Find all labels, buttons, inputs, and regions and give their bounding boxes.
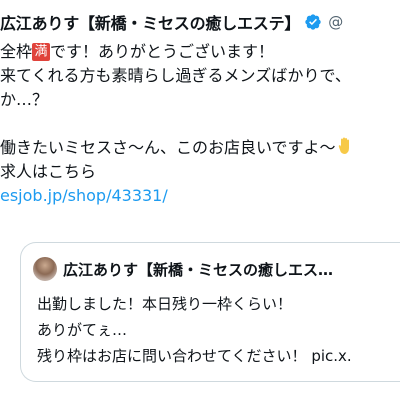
text-segment: 全枠 <box>0 42 33 61</box>
tweet-line-2: 来てくれる方も素晴らし過ぎるメンズばかりで、 <box>0 66 351 85</box>
tweet-header: 広江ありす【新橋・ミセスの癒しエステ】 @ <box>0 10 343 34</box>
avatar[interactable] <box>33 257 57 281</box>
quoted-line-1: 出勤しました！本日残り一枠くらい！ <box>37 295 293 313</box>
quoted-line-2: ありがてぇ… <box>37 321 128 339</box>
verified-badge-icon <box>305 14 321 30</box>
author-handle[interactable]: @ <box>328 13 343 31</box>
tweet-line-1: 全枠満です！ありがとうございます！ <box>0 40 400 64</box>
tweet-line-3: か…？ <box>0 90 49 109</box>
tweet-line-5: 働きたいミセスさ〜ん、このお店良いですよ〜 <box>0 136 400 160</box>
job-link[interactable]: esjob.jp/shop/43331/ <box>0 186 168 205</box>
quoted-line-3: 残り枠はお店に問い合わせてください！ pic.x. <box>37 347 352 365</box>
tweet: 広江ありす【新橋・ミセスの癒しエステ】 @ 全枠満です！ありがとうございます！ … <box>0 0 400 400</box>
quoted-tweet-text: 出勤しました！本日残り一枠くらい！ ありがてぇ… 残り枠はお店に問い合わせてくだ… <box>37 291 352 369</box>
tweet-line-6: 求人はこちら <box>0 162 97 181</box>
text-segment: 働きたいミセスさ〜ん、このお店良いですよ〜 <box>0 138 336 157</box>
tweet-line-7: esjob.jp/shop/43331/ <box>0 184 400 208</box>
text-segment: です！ありがとうございます！ <box>50 42 275 61</box>
quoted-tweet-header: 広江ありす【新橋・ミセスの癒しエス… <box>33 255 333 283</box>
quoted-tweet-card[interactable]: 広江ありす【新橋・ミセスの癒しエス… 出勤しました！本日残り一枠くらい！ ありが… <box>20 242 400 382</box>
full-badge-emoji: 満 <box>32 43 51 61</box>
tweet-text: 全枠満です！ありがとうございます！ 来てくれる方も素晴らし過ぎるメンズばかりで、… <box>0 40 400 208</box>
raised-hand-emoji-icon <box>338 137 349 154</box>
quoted-author-name[interactable]: 広江ありす【新橋・ミセスの癒しエス… <box>63 259 333 280</box>
author-name[interactable]: 広江ありす【新橋・ミセスの癒しエステ】 <box>0 10 300 34</box>
